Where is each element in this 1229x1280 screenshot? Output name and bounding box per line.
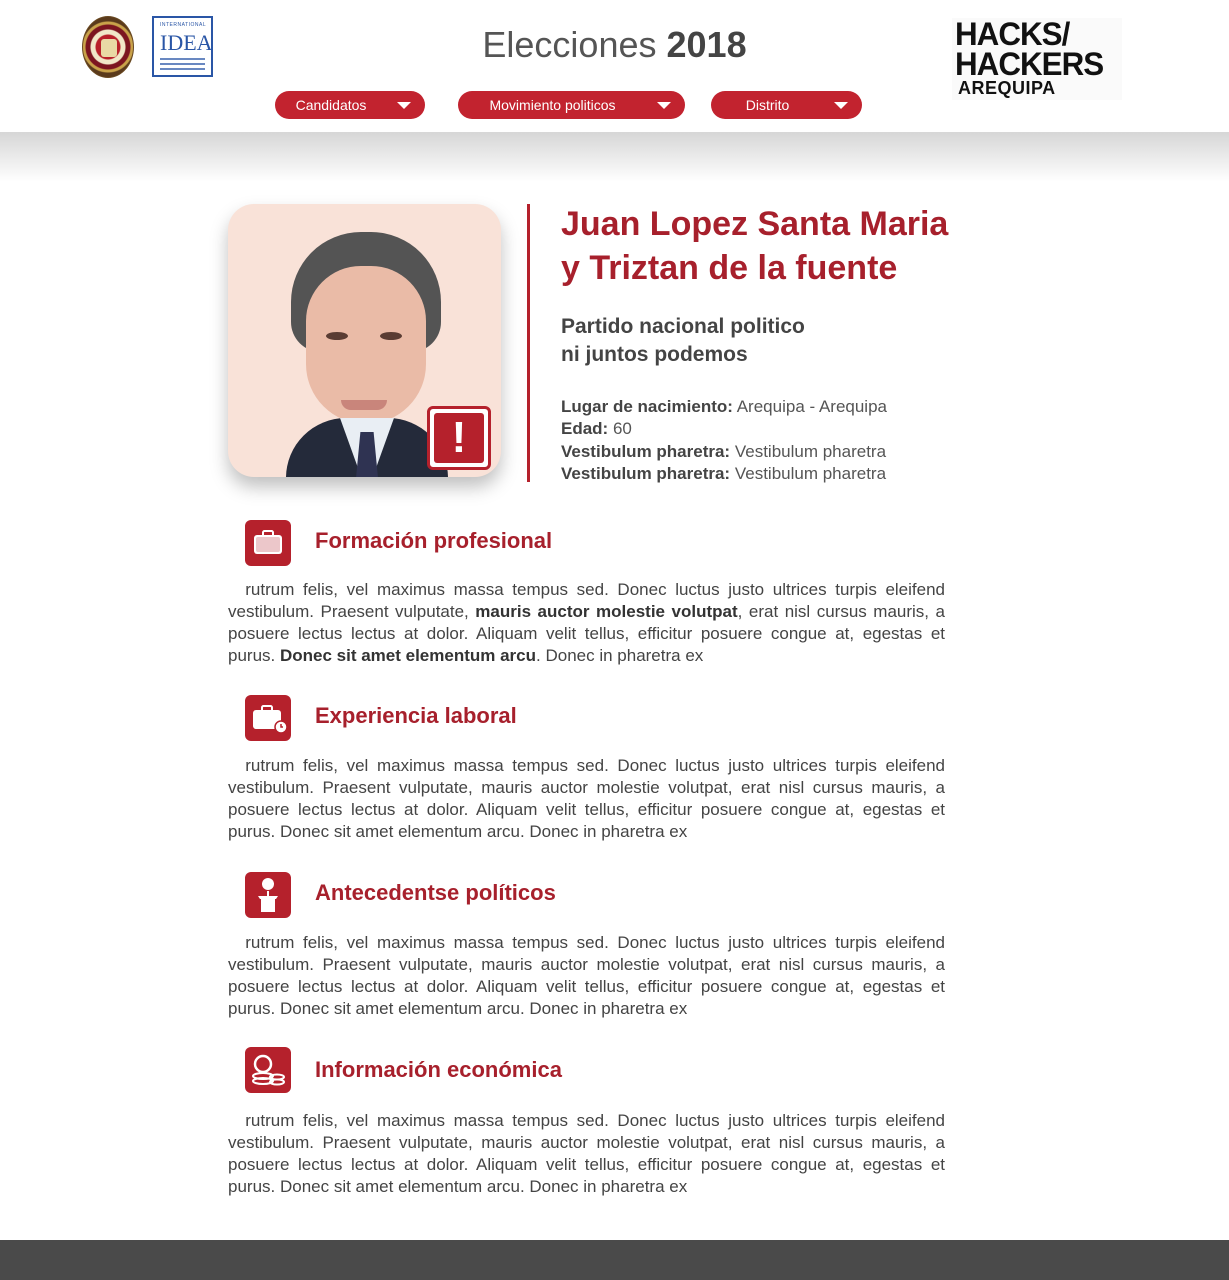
section-title: Información económica xyxy=(315,1057,562,1082)
candidate-party: Partido nacional politico ni juntos pode… xyxy=(561,315,805,366)
candidate-name: Juan Lopez Santa Maria y Triztan de la f… xyxy=(561,205,949,287)
site-header: INTERNATIONAL IDEA Elecciones 2018 Candi… xyxy=(0,0,1229,132)
fact-row: Vestibulum pharetra: Vestibulum pharetra xyxy=(561,463,887,483)
alert-icon[interactable]: ! xyxy=(427,406,491,470)
coins-icon xyxy=(245,1047,291,1093)
chevron-down-icon xyxy=(657,101,671,109)
section-title: Formación profesional xyxy=(315,528,553,553)
section-body: rutrum felis, vel maximus massa tempus s… xyxy=(228,933,945,1018)
section-title: Experiencia laboral xyxy=(315,703,517,728)
candidate-facts: Lugar de nacimiento: Arequipa - Arequipa… xyxy=(561,396,961,485)
nav-candidatos-dropdown[interactable]: Candidatos xyxy=(275,91,425,119)
briefcase-icon xyxy=(245,520,291,566)
hacks-hackers-logo: HACKS/ HACKERS AREQUIPA xyxy=(952,18,1122,100)
section-body: rutrum felis, vel maximus massa tempus s… xyxy=(228,756,945,841)
fact-row: Edad: 60 xyxy=(561,419,632,439)
footer xyxy=(0,1240,1229,1280)
header-shadow xyxy=(0,132,1229,182)
fact-row: Lugar de nacimiento: Arequipa - Arequipa xyxy=(561,397,887,416)
nav-movimientos-dropdown[interactable]: Movimiento politicos xyxy=(458,91,685,119)
section-body: rutrum felis, vel maximus massa tempus s… xyxy=(228,580,946,665)
nav-distrito-dropdown[interactable]: Distrito xyxy=(711,91,862,119)
profile-divider xyxy=(527,204,530,482)
section-body: rutrum felis, vel maximus massa tempus s… xyxy=(228,1111,945,1196)
podium-speaker-icon xyxy=(245,872,291,918)
chevron-down-icon xyxy=(834,101,848,109)
fact-row: Vestibulum pharetra: Vestibulum pharetra xyxy=(561,441,887,461)
briefcase-clock-icon xyxy=(245,695,291,741)
section-title: Antecedentse políticos xyxy=(315,880,556,905)
chevron-down-icon xyxy=(397,101,411,109)
